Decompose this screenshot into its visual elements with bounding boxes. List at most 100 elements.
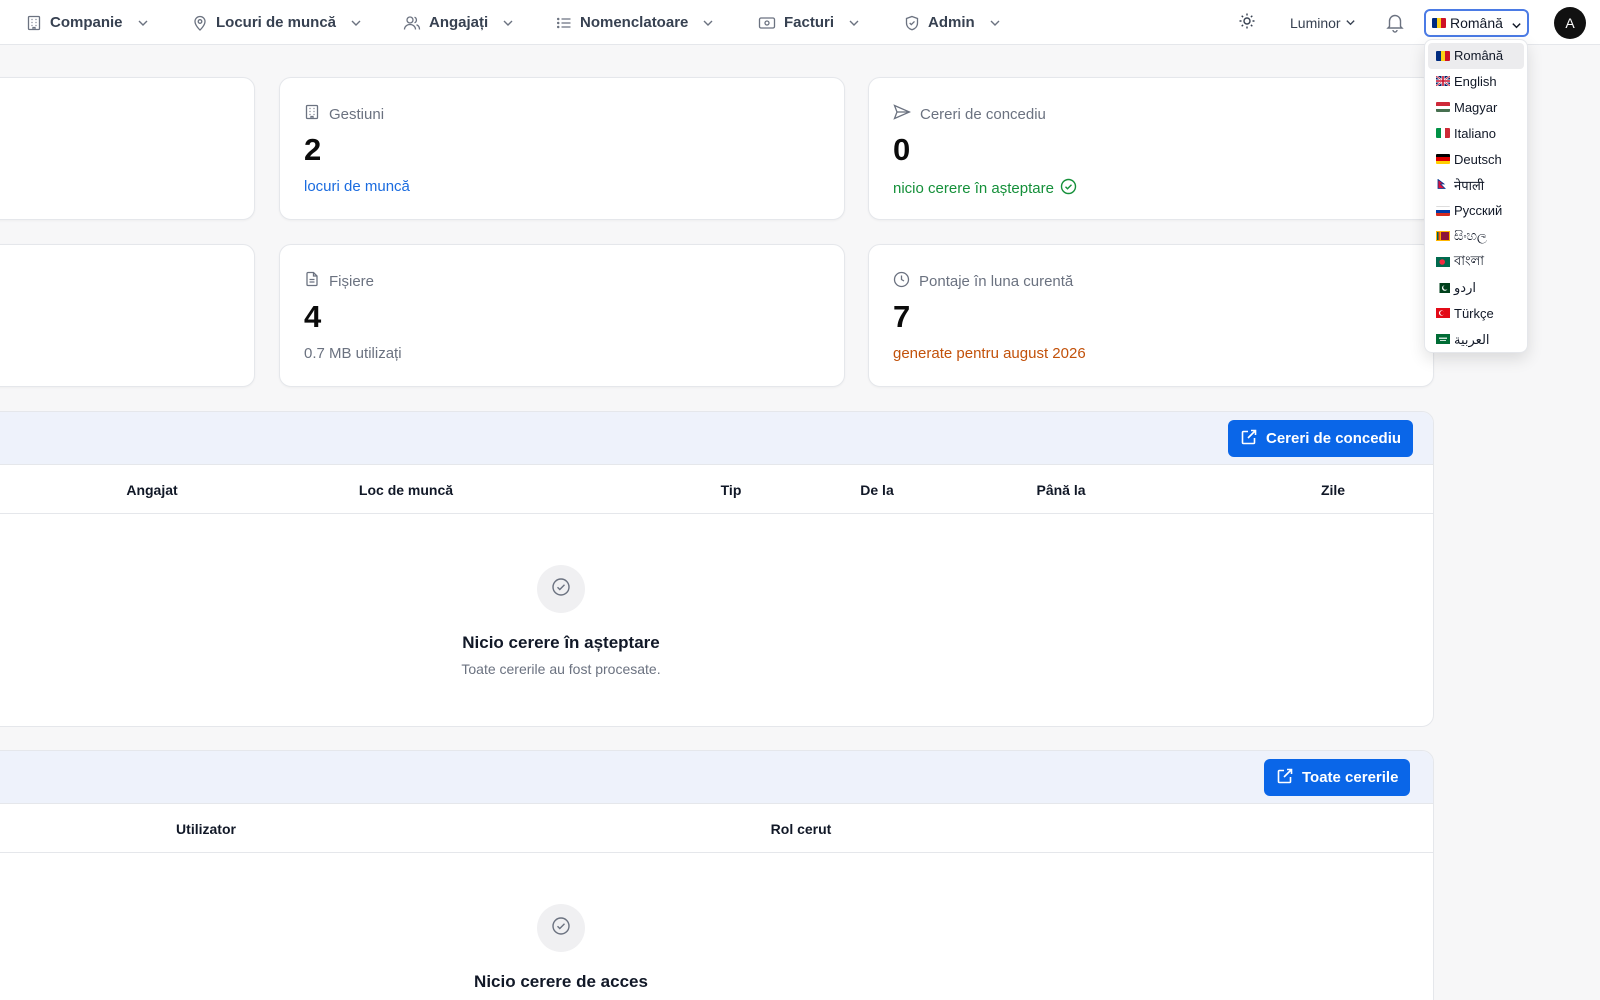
- chevron-down-icon: [137, 17, 149, 29]
- flag-pk-icon: [1436, 281, 1450, 296]
- language-option-en[interactable]: English: [1428, 69, 1524, 95]
- nav-nomenclatoare-label: Nomenclatoare: [580, 14, 689, 31]
- language-option-label: বাংলা: [1454, 252, 1485, 268]
- leave-empty-description: Toate cererile au fost procesate.: [461, 661, 661, 677]
- stat-fisiere-label: Fișiere: [329, 272, 375, 290]
- nav-angajati[interactable]: Angajați: [403, 0, 514, 45]
- chevron-down-icon: [702, 17, 714, 29]
- flag-hu-icon: [1436, 102, 1450, 113]
- bell-icon: [1384, 14, 1406, 37]
- language-option-de[interactable]: Deutsch: [1428, 146, 1524, 172]
- flag-lk-icon: [1436, 229, 1450, 244]
- all-requests-button-label: Toate cererile: [1302, 769, 1399, 786]
- language-option-bn[interactable]: বাংলা: [1428, 249, 1524, 275]
- language-option-label: नेपाली: [1454, 177, 1485, 193]
- stat-pontaje-label-row: Pontaje în luna curentă: [893, 271, 1073, 292]
- language-option-ur[interactable]: اردو: [1428, 275, 1524, 301]
- nav-facturi[interactable]: Facturi: [758, 0, 860, 45]
- column-header-angajat[interactable]: Angajat: [126, 465, 177, 514]
- nav-locuri-label: Locuri de muncă: [216, 14, 337, 31]
- column-header-utilizator[interactable]: Utilizator: [176, 804, 236, 853]
- top-navigation: Companie Locuri de muncă Angajați Nomenc…: [0, 0, 1600, 45]
- access-empty-title: Nicio cerere de acces: [474, 972, 648, 991]
- language-option-label: සිංහල: [1454, 228, 1487, 244]
- chevron-down-icon: [350, 17, 362, 29]
- language-select[interactable]: Română: [1424, 9, 1529, 37]
- shield-icon: [904, 15, 920, 31]
- stat-cereri-label-row: Cereri de concediu: [893, 104, 1046, 124]
- stat-gestiuni-value: 2: [304, 132, 322, 167]
- chevron-down-icon: [502, 17, 514, 29]
- language-option-hu[interactable]: Magyar: [1428, 95, 1524, 121]
- flag-ro-icon: [1436, 50, 1450, 61]
- external-link-icon: [1276, 767, 1294, 789]
- users-icon: [403, 15, 421, 31]
- language-option-label: Română: [1454, 48, 1504, 64]
- building-icon: [304, 104, 320, 124]
- flag-np-icon: [1436, 177, 1450, 192]
- language-select-value: Română: [1450, 15, 1503, 31]
- notifications-button[interactable]: [1384, 11, 1406, 38]
- stat-fisiere-value: 4: [304, 299, 322, 334]
- send-icon: [893, 104, 912, 124]
- chevron-down-icon: [989, 17, 1001, 29]
- sun-icon: [1238, 12, 1256, 35]
- column-header-loc-de-munca[interactable]: Loc de muncă: [359, 465, 453, 514]
- nav-angajati-label: Angajați: [429, 14, 489, 31]
- check-circle-icon: [551, 916, 571, 941]
- leave-requests-button-label: Cereri de concediu: [1266, 430, 1402, 447]
- language-option-ro[interactable]: Română: [1428, 43, 1524, 69]
- external-link-icon: [1240, 428, 1258, 450]
- column-header-rol-cerut[interactable]: Rol cerut: [771, 804, 832, 853]
- leave-panel-header: Cereri de concediu: [0, 412, 1433, 465]
- stat-pontaje-sub: generate pentru august 2026: [893, 345, 1086, 362]
- stat-cereri-sub: nicio cerere în așteptare: [893, 180, 1054, 197]
- stat-gestiuni-link[interactable]: locuri de muncă: [304, 178, 410, 195]
- language-option-si[interactable]: සිංහල: [1428, 224, 1524, 250]
- stat-card-gestiuni: Gestiuni 2 locuri de muncă: [279, 77, 845, 220]
- nav-companie[interactable]: Companie: [26, 0, 149, 45]
- stat-gestiuni-sub: locuri de muncă: [304, 178, 410, 195]
- stat-gestiuni-label-row: Gestiuni: [304, 104, 384, 124]
- language-option-it[interactable]: Italiano: [1428, 120, 1524, 146]
- language-option-label: Magyar: [1454, 99, 1498, 115]
- leave-requests-button[interactable]: Cereri de concediu: [1228, 420, 1414, 457]
- stat-gestiuni-label: Gestiuni: [329, 105, 385, 123]
- user-avatar[interactable]: A: [1554, 7, 1586, 39]
- banknote-icon: [758, 15, 776, 31]
- theme-select[interactable]: Luminor: [1290, 0, 1356, 45]
- nav-locuri-de-munca[interactable]: Locuri de muncă: [192, 0, 362, 45]
- avatar-initial: A: [1565, 15, 1575, 31]
- flag-it-icon: [1436, 128, 1450, 139]
- access-table-header: Utilizator Rol cerut: [0, 804, 1433, 853]
- language-option-ar[interactable]: العربية: [1428, 327, 1524, 353]
- chevron-down-icon: [1511, 18, 1522, 34]
- language-option-ru[interactable]: Русский: [1428, 198, 1524, 224]
- flag-bd-icon: [1436, 255, 1450, 270]
- column-header-tip[interactable]: Tip: [721, 465, 742, 514]
- check-circle-icon: [1060, 178, 1077, 199]
- theme-toggle-button[interactable]: [1236, 12, 1258, 34]
- language-option-tr[interactable]: Türkçe: [1428, 301, 1524, 327]
- nav-facturi-label: Facturi: [784, 14, 835, 31]
- clock-icon: [893, 271, 910, 292]
- stat-pontaje-value: 7: [893, 299, 911, 334]
- chevron-down-icon: [1345, 15, 1356, 31]
- stat-pontaje-label: Pontaje în luna curentă: [919, 273, 1074, 290]
- all-requests-button[interactable]: Toate cererile: [1264, 759, 1411, 796]
- column-header-pana-la[interactable]: Până la: [1036, 465, 1085, 514]
- flag-ru-icon: [1436, 205, 1450, 216]
- empty-state-icon: [537, 904, 585, 952]
- language-option-label: Deutsch: [1454, 151, 1502, 167]
- column-header-de-la[interactable]: De la: [860, 465, 893, 514]
- access-panel-header: Toate cererile: [0, 751, 1433, 804]
- language-option-ne[interactable]: नेपाली: [1428, 172, 1524, 198]
- nav-nomenclatoare[interactable]: Nomenclatoare: [556, 0, 714, 45]
- flag-gb-icon: [1435, 74, 1451, 89]
- flag-ro-icon: [1432, 18, 1446, 28]
- column-header-zile[interactable]: Zile: [1321, 465, 1345, 514]
- nav-admin[interactable]: Admin: [904, 0, 1001, 45]
- stat-card-fisiere: Fișiere 4 0.7 MB utilizați: [279, 244, 845, 387]
- file-icon: [304, 271, 320, 291]
- stat-cereri-label: Cereri de concediu: [920, 105, 1046, 123]
